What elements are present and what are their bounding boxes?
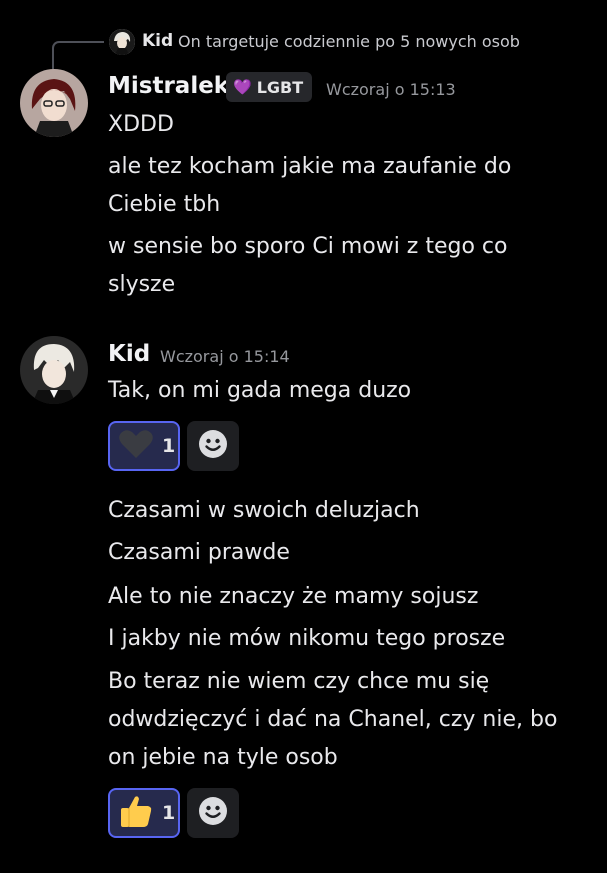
message-line[interactable]: odwdzięczyć i dać na Chanel, czy nie, bo [108,700,557,740]
message-author[interactable]: Kid [108,341,150,367]
reply-text[interactable]: On targetuje codziennie po 5 nowych osob [178,32,520,51]
reaction-count: 1 [162,435,176,457]
message-line[interactable]: XDDD [108,105,174,145]
add-reaction-button[interactable] [187,788,239,838]
reply-author[interactable]: Kid [142,31,173,51]
message-line[interactable]: Bo teraz nie wiem czy chce mu się [108,662,489,702]
reply-connector [52,41,104,71]
reaction-button[interactable]: 1 [108,788,180,838]
reply-avatar[interactable] [109,29,135,55]
message-line[interactable]: Czasami w swoich deluzjach [108,491,420,531]
add-reaction-button[interactable] [187,421,239,471]
message-line[interactable]: w sensie bo sporo Ci mowi z tego co [108,227,507,267]
reaction-button[interactable]: 1 [108,421,180,471]
message-author[interactable]: Mistralek [108,73,229,99]
reaction-count: 1 [162,802,176,824]
message-line[interactable]: ale tez kocham jakie ma zaufanie do [108,147,511,187]
message-line[interactable]: I jakby nie mów nikomu tego prosze [108,619,505,659]
message-line[interactable]: on jebie na tyle osob [108,738,338,778]
user-avatar[interactable] [20,69,88,137]
heart-icon: 💜 [233,77,252,96]
message-line[interactable]: Tak, on mi gada mega duzo [108,371,411,411]
role-tag-label: LGBT [256,77,304,97]
message-line[interactable]: Czasami prawde [108,533,290,573]
message-line[interactable]: Ale to nie znaczy że mamy sojusz [108,577,478,617]
smiley-icon [198,796,228,830]
black-heart-icon [118,429,154,463]
message-timestamp: Wczoraj o 15:14 [160,347,290,366]
user-avatar[interactable] [20,336,88,404]
smiley-icon [198,429,228,463]
thumbs-up-icon [118,794,154,832]
message-line[interactable]: slysze [108,265,175,305]
message-timestamp: Wczoraj o 15:13 [326,80,456,99]
role-tag[interactable]: 💜 LGBT [226,72,312,102]
message-line[interactable]: Ciebie tbh [108,185,220,225]
